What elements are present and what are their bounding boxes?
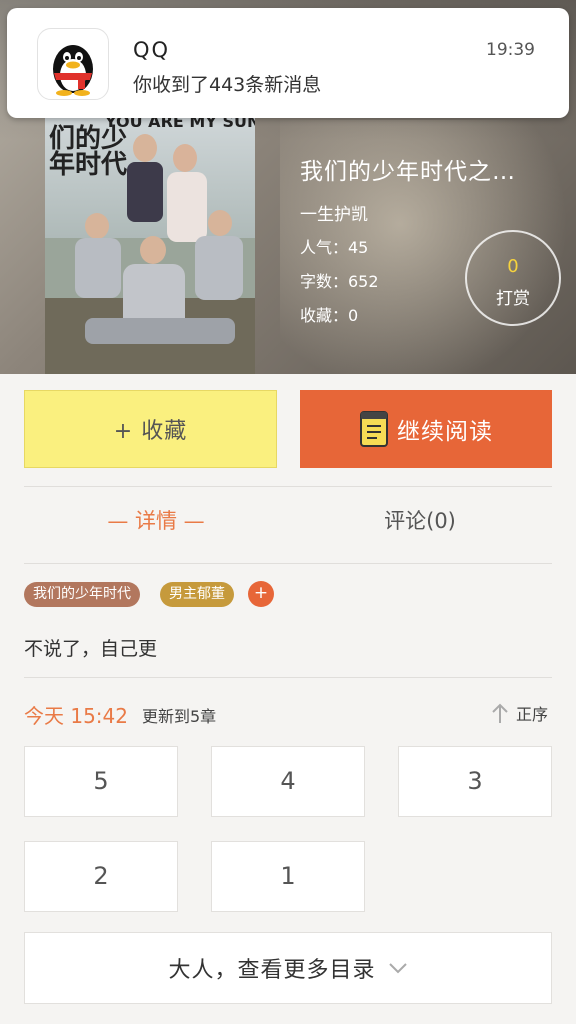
continue-reading-label: 继续阅读 [397, 419, 493, 445]
update-text: 更新到5章 [142, 707, 217, 726]
chapter-item[interactable]: 3 [398, 746, 552, 817]
popularity-count: 人气：45 [300, 238, 369, 257]
sort-label: 正序 [516, 705, 549, 724]
sort-arrow-icon [492, 703, 508, 723]
book-cover[interactable]: YOU ARE MY SUNSH 们的少年时代 [45, 118, 255, 374]
tip-button[interactable]: 0 打赏 [465, 230, 561, 326]
notification-app-name: QQ [133, 38, 171, 62]
cover-title-text: 们的少年时代 [49, 124, 128, 180]
tab-detail[interactable]: — 详情 — [24, 505, 288, 535]
chevron-down-icon [388, 963, 407, 974]
chapter-item[interactable]: 2 [24, 841, 178, 912]
word-count: 字数：652 [300, 272, 379, 291]
more-chapters-button[interactable]: 大人，查看更多目录 [24, 932, 552, 1004]
book-author[interactable]: 一生护凯 [300, 200, 368, 225]
favorites-count: 收藏：0 [300, 306, 359, 325]
tag-chip[interactable]: 男主郁董 [160, 582, 234, 607]
divider [24, 486, 552, 487]
book-title: 我们的少年时代之… [300, 159, 516, 185]
collect-button[interactable]: + 收藏 [24, 390, 277, 468]
add-tag-button[interactable]: + [248, 581, 274, 607]
tip-label: 打赏 [496, 289, 530, 309]
tag-chip[interactable]: 我们的少年时代 [24, 582, 140, 607]
book-description: 不说了，自己更 [24, 638, 158, 660]
qq-penguin-icon [37, 28, 109, 100]
update-date: 今天 15:42 [24, 704, 128, 728]
more-chapters-label: 大人，查看更多目录 [168, 958, 376, 983]
chapter-item[interactable]: 5 [24, 746, 178, 817]
notification-banner[interactable]: QQ 19:39 你收到了443条新消息 [7, 8, 569, 118]
divider [24, 563, 552, 564]
notification-message: 你收到了443条新消息 [133, 74, 322, 96]
book-icon [360, 411, 388, 447]
tab-comments[interactable]: 评论(0) [288, 505, 552, 535]
chapter-item[interactable]: 1 [211, 841, 365, 912]
tip-count: 0 [507, 256, 519, 277]
continue-reading-button[interactable]: 继续阅读 [300, 390, 552, 468]
divider [24, 677, 552, 678]
chapter-item[interactable]: 4 [211, 746, 365, 817]
notification-time: 19:39 [486, 40, 535, 60]
collect-label: + 收藏 [113, 419, 188, 444]
sort-toggle[interactable]: 正序 [490, 701, 548, 725]
